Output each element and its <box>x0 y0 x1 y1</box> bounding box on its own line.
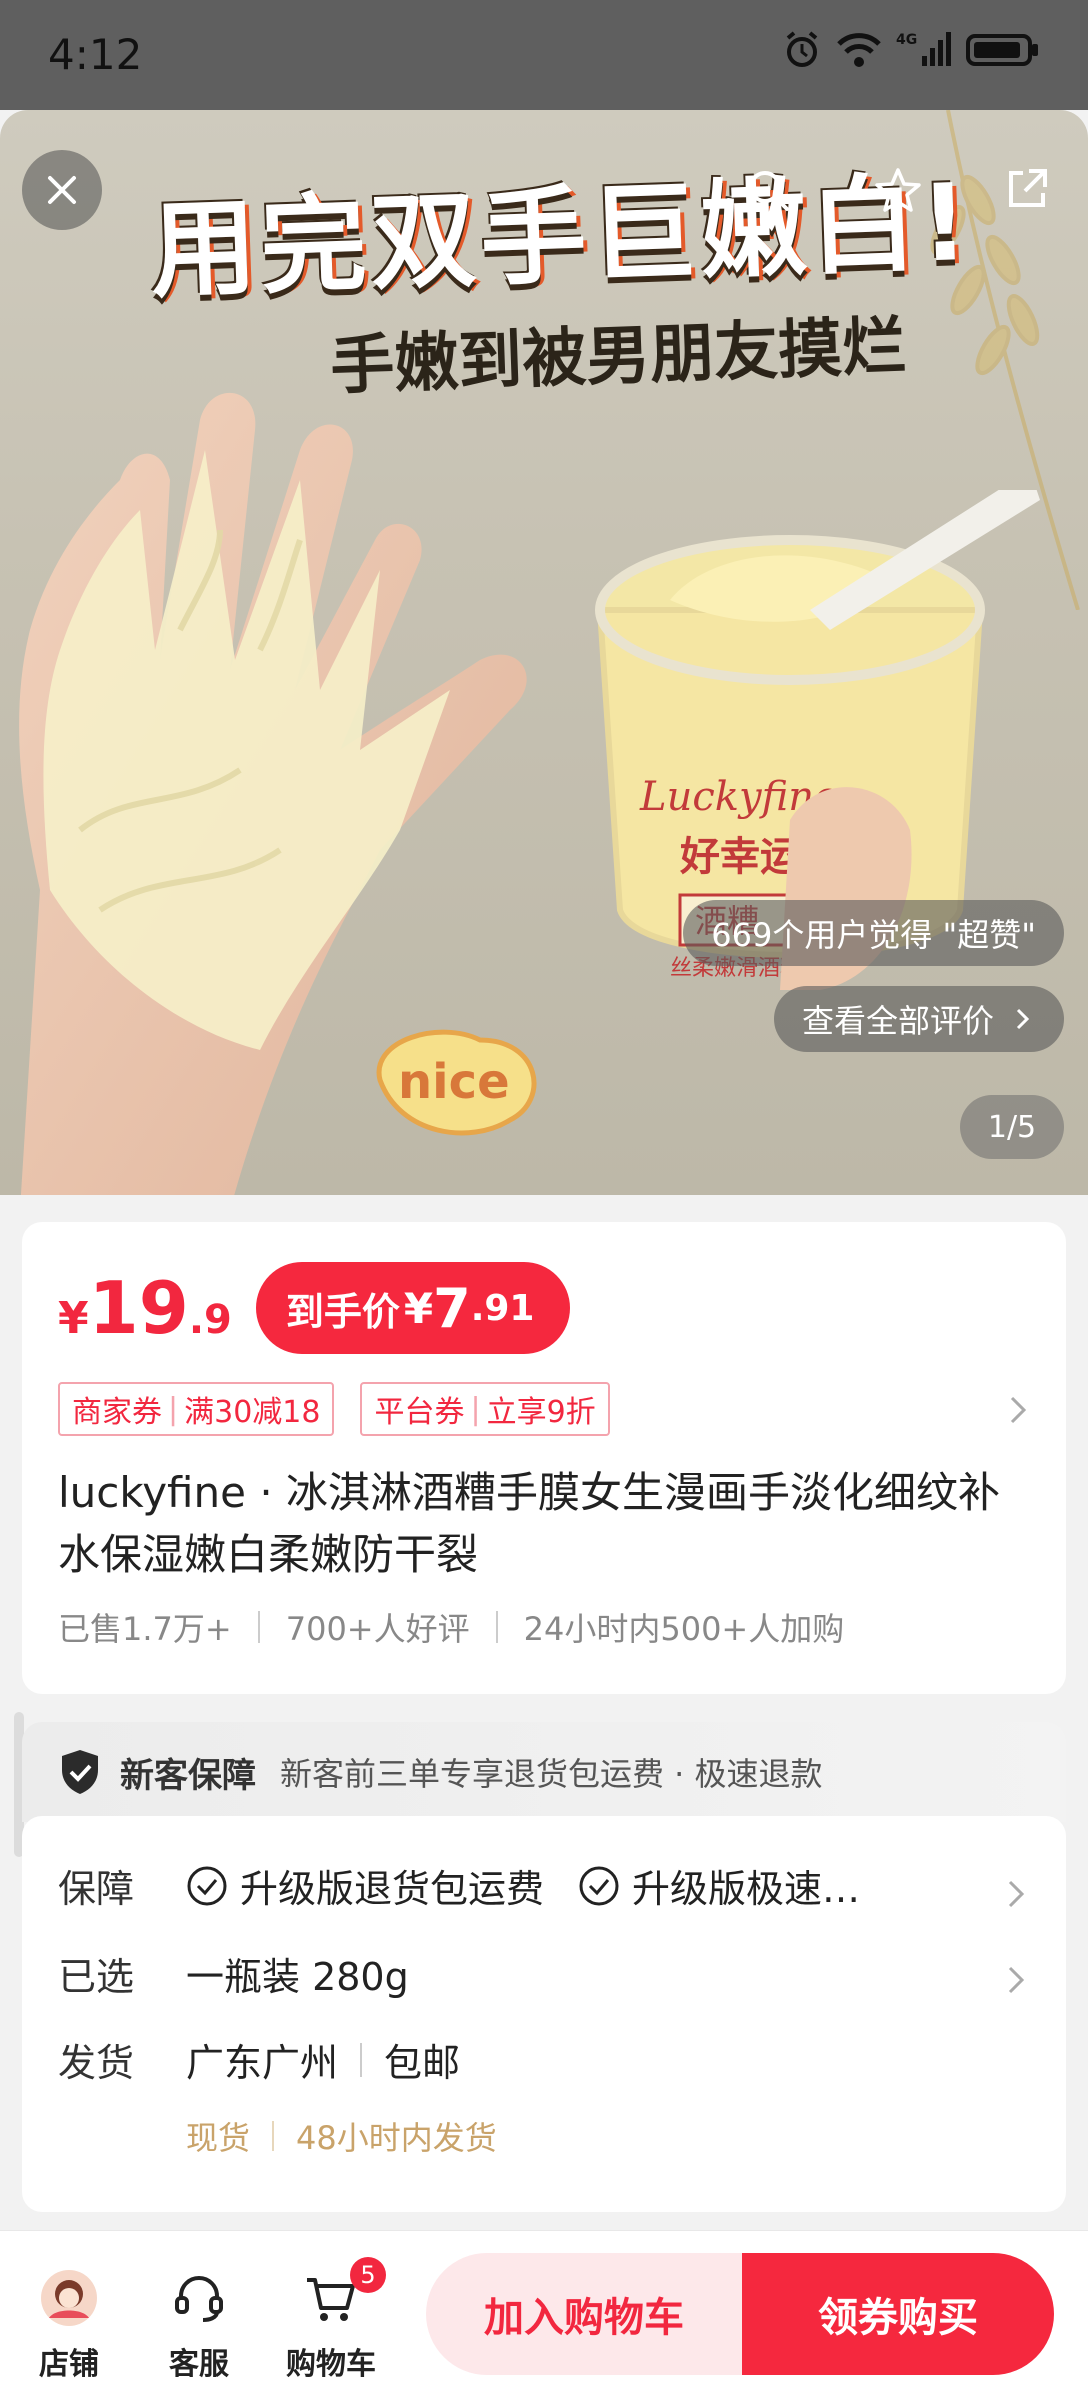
check-circle-icon <box>579 1866 619 1905</box>
ship-key: 发货 <box>58 2041 135 2085</box>
price-row: ¥ 19 .9 到手价 ¥ 7 .91 <box>58 1262 571 1354</box>
new-customer-guarantee-bar[interactable]: 新客保障 新客前三单专享退货包运费 · 极速退款 <box>22 1722 1066 1822</box>
shipping-detail: 现货 48小时内发货 <box>186 2113 497 2159</box>
cart-count-badge: 5 <box>350 2257 386 2293</box>
guarantee-tag: 升级版退货包运费 <box>186 1858 544 1913</box>
guarantee-label: 新客保障 <box>120 1755 256 1796</box>
cart-nav-button[interactable]: 购物车 5 <box>276 2257 386 2383</box>
search-icon <box>749 171 789 211</box>
close-icon <box>48 176 76 204</box>
selected-value: 一瓶装 280g <box>186 1955 409 1999</box>
guarantee-row[interactable]: 保障 升级版退货包运费 升级版极速… <box>58 1858 894 1913</box>
stock-status: 现货 <box>186 2119 251 2157</box>
signal-icon: 4G <box>896 30 952 70</box>
status-icons: 4G <box>782 30 1040 70</box>
service-label: 客服 <box>169 2347 229 2382</box>
sales-stats: 已售1.7万+ 700+人好评 24小时内500+人加购 <box>58 1604 844 1650</box>
svg-text:4G: 4G <box>896 32 917 48</box>
shield-check-icon <box>62 1750 98 1794</box>
view-all-reviews-button[interactable]: 查看全部评价 <box>773 986 1064 1052</box>
view-all-reviews-label: 查看全部评价 <box>801 1002 994 1040</box>
shop-label: 店铺 <box>39 2347 99 2382</box>
share-icon <box>1009 169 1047 207</box>
shipping-row: 发货 广东广州 包邮 <box>58 2032 460 2087</box>
favorite-button[interactable] <box>858 150 938 230</box>
search-button[interactable] <box>728 150 808 230</box>
shop-avatar-icon <box>41 2270 97 2326</box>
coupon-list[interactable]: 商家券 | 满30减18 平台券 | 立享9折 <box>58 1382 610 1436</box>
review-summary-pill[interactable]: 669个用户觉得 "超赞" <box>683 900 1064 966</box>
hero-title: 用完双手巨嫩白! <box>148 160 975 313</box>
check-circle-icon <box>187 1866 227 1905</box>
ship-fee: 包邮 <box>384 2041 461 2085</box>
guarantee-description: 新客前三单专享退货包运费 · 极速退款 <box>280 1755 823 1793</box>
coupon-merchant[interactable]: 商家券 | 满30减18 <box>58 1382 335 1436</box>
cart-label: 购物车 <box>286 2347 376 2382</box>
product-image-carousel[interactable]: 用完双手巨嫩白! 手嫩到被男朋友摸烂 Luckyfine 好幸运 酒糟 丝柔嫩滑… <box>0 110 1088 1195</box>
sold-count: 已售1.7万+ <box>58 1610 232 1648</box>
shop-nav-button[interactable]: 店铺 <box>14 2265 124 2383</box>
guarantee-tag: 升级版极速… <box>578 1858 860 1913</box>
selected-key: 已选 <box>58 1955 135 1999</box>
guarantee-key: 保障 <box>58 1867 135 1911</box>
ship-time: 48小时内发货 <box>296 2119 497 2157</box>
ship-from: 广东广州 <box>186 2041 339 2085</box>
original-price: ¥ 19 .9 <box>58 1266 232 1350</box>
image-page-indicator: 1/5 <box>960 1095 1064 1159</box>
status-time: 4:12 <box>48 30 143 79</box>
add-to-cart-button[interactable]: 加入购物车 <box>426 2253 742 2375</box>
chevron-right-icon[interactable] <box>1000 1874 1030 1914</box>
final-price-badge: 到手价 ¥ 7 .91 <box>255 1262 571 1354</box>
coupon-platform[interactable]: 平台券 | 立享9折 <box>360 1382 610 1436</box>
product-title: luckyfine · 冰淇淋酒糟手膜女生漫画手淡化细纹补水保湿嫩白柔嫩防干裂 <box>58 1468 1001 1579</box>
claim-coupon-buy-button[interactable]: 领券购买 <box>742 2253 1054 2375</box>
headset-icon <box>175 2275 223 2322</box>
bottom-action-bar: 店铺 客服 购物车 5 加入购物车 领券购买 <box>0 2230 1088 2400</box>
good-review-count: 700+人好评 <box>285 1610 470 1648</box>
close-button[interactable] <box>22 150 102 230</box>
customer-service-button[interactable]: 客服 <box>144 2265 254 2383</box>
svg-text:nice: nice <box>398 1054 510 1110</box>
wifi-icon <box>836 30 882 70</box>
share-button[interactable] <box>986 150 1066 230</box>
chevron-right-icon <box>1016 1008 1030 1030</box>
price-card: ¥ 19 .9 到手价 ¥ 7 .91 商家券 | 满30减18 平台券 | 立享9折 … <box>22 1222 1066 1694</box>
chevron-right-icon[interactable] <box>1002 1390 1032 1430</box>
svg-text:好幸运: 好幸运 <box>679 834 800 880</box>
product-info-card: 保障 升级版退货包运费 升级版极速… 已选 一瓶装 280g 发货 广东广州 包… <box>22 1816 1066 2212</box>
chevron-right-icon[interactable] <box>1000 1960 1030 2000</box>
alarm-icon <box>782 30 822 70</box>
cart-add-count: 24小时内500+人加购 <box>523 1610 845 1648</box>
battery-icon <box>966 30 1040 70</box>
nice-sticker: nice <box>376 1029 537 1136</box>
status-bar: 4:12 4G <box>0 0 1088 110</box>
selected-spec-row[interactable]: 已选 一瓶装 280g <box>58 1946 409 2001</box>
star-icon <box>875 168 921 212</box>
